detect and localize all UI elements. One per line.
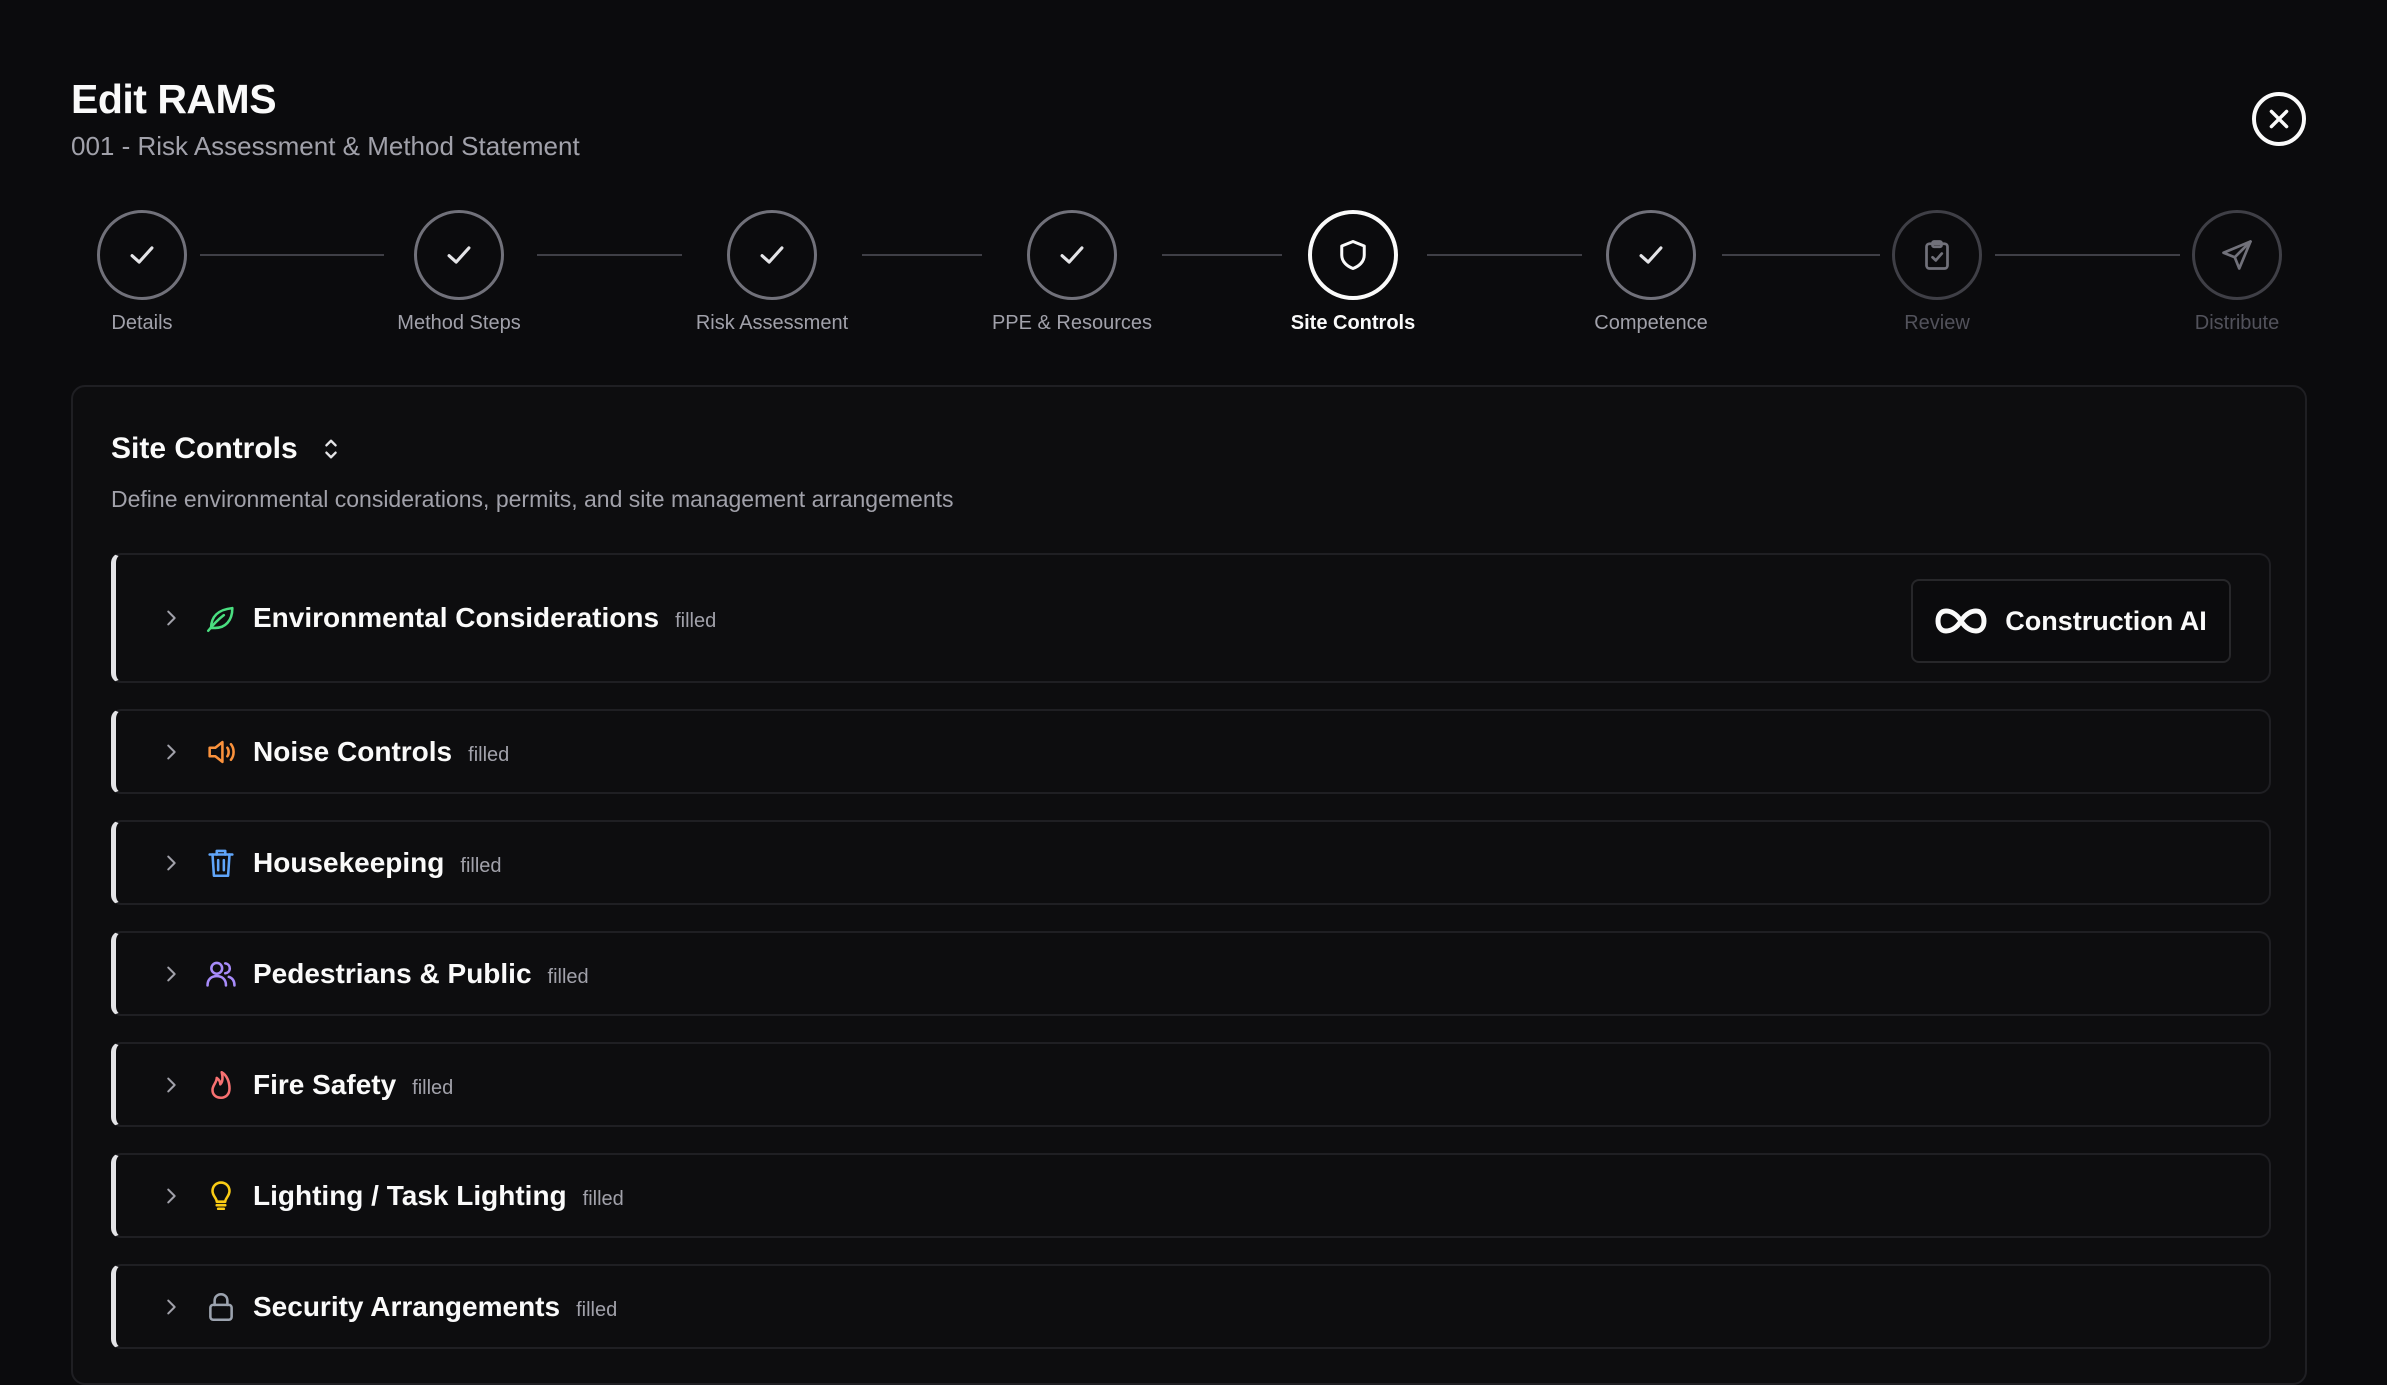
chevron-right-icon xyxy=(167,966,176,981)
trash-icon xyxy=(208,849,234,877)
check-icon xyxy=(130,246,154,264)
section-title: Fire Safety xyxy=(253,1068,397,1100)
construction-ai-button[interactable]: Construction AI xyxy=(1911,579,2231,663)
status-badge: filled xyxy=(576,1298,618,1321)
section-housekeeping[interactable]: Housekeeping filled xyxy=(111,820,2271,905)
chevron-right-icon xyxy=(167,1299,176,1314)
edit-rams-modal: Edit RAMS 001 - Risk Assessment & Method… xyxy=(0,0,2387,1385)
infinity-icon xyxy=(1935,608,1987,634)
chevron-right-icon xyxy=(167,1077,176,1092)
status-badge: filled xyxy=(675,610,717,632)
section-security-arrangements[interactable]: Security Arrangements filled xyxy=(111,1264,2271,1349)
step-risk-assessment[interactable]: Risk Assessment xyxy=(652,210,892,335)
users-icon xyxy=(206,961,236,987)
check-icon xyxy=(1639,246,1663,264)
step-label: Risk Assessment xyxy=(695,312,849,334)
section-environmental-considerations[interactable]: Environmental Considerations filled Const… xyxy=(111,553,2271,683)
panel-description: Define environmental considerations, per… xyxy=(111,486,954,512)
step-label: Method Steps xyxy=(397,312,521,334)
panel-header: Site Controls xyxy=(111,432,342,466)
step-label: Distribute xyxy=(2194,312,2280,334)
step-distribute[interactable]: Distribute xyxy=(2117,210,2357,335)
status-badge: filled xyxy=(547,965,589,988)
step-review[interactable]: Review xyxy=(1817,210,2057,335)
section-noise-controls[interactable]: Noise Controls filled xyxy=(111,709,2271,794)
section-pedestrians-public[interactable]: Pedestrians & Public filled xyxy=(111,931,2271,1016)
section-title: Pedestrians & Public xyxy=(253,957,532,989)
step-method-steps[interactable]: Method Steps xyxy=(339,210,579,335)
modal-subtitle: 001 - Risk Assessment & Method Statement xyxy=(71,131,580,161)
site-controls-panel: Site Controls Define environmental consi… xyxy=(71,385,2307,1385)
expand-collapse-toggle[interactable] xyxy=(320,436,342,462)
step-label: Site Controls xyxy=(1290,312,1416,334)
lightbulb-icon xyxy=(211,1180,231,1210)
chevron-right-icon xyxy=(167,855,176,870)
modal-header: Edit RAMS 001 - Risk Assessment & Method… xyxy=(71,76,580,162)
lock-icon xyxy=(209,1292,233,1321)
status-badge: filled xyxy=(468,743,510,766)
step-competence[interactable]: Competence xyxy=(1531,210,1771,335)
status-badge: filled xyxy=(582,1187,624,1210)
step-label: Details xyxy=(111,312,173,334)
speaker-icon xyxy=(208,740,235,763)
close-icon xyxy=(2269,109,2289,129)
shield-icon xyxy=(1340,240,1366,270)
progress-stepper: Details Method Steps Risk Assessment PPE… xyxy=(0,210,2387,340)
check-icon xyxy=(1060,246,1084,264)
step-ppe-resources[interactable]: PPE & Resources xyxy=(952,210,1192,335)
section-title: Environmental Considerations xyxy=(253,602,660,633)
section-title: Lighting / Task Lighting xyxy=(253,1179,567,1211)
section-title: Security Arrangements xyxy=(253,1290,561,1322)
section-list: Environmental Considerations filled Const… xyxy=(111,553,2271,1375)
chevron-right-icon xyxy=(167,1188,176,1203)
check-icon xyxy=(760,246,784,264)
chevron-right-icon xyxy=(167,610,176,626)
step-label: PPE & Resources xyxy=(991,312,1153,334)
close-button[interactable] xyxy=(2252,92,2306,146)
chevron-right-icon xyxy=(167,744,176,759)
clipboard-check-icon xyxy=(1925,240,1949,270)
modal-title: Edit RAMS xyxy=(71,76,277,122)
step-details[interactable]: Details xyxy=(22,210,262,335)
send-icon xyxy=(2222,240,2252,270)
section-lighting[interactable]: Lighting / Task Lighting filled xyxy=(111,1153,2271,1238)
step-label: Review xyxy=(1904,312,1970,334)
step-label: Competence xyxy=(1594,312,1708,334)
panel-title: Site Controls xyxy=(111,432,298,465)
flame-icon xyxy=(211,1070,231,1099)
construction-ai-label: Construction AI xyxy=(2005,605,2207,636)
step-site-controls[interactable]: Site Controls xyxy=(1233,210,1473,335)
section-fire-safety[interactable]: Fire Safety filled xyxy=(111,1042,2271,1127)
section-title: Housekeeping xyxy=(253,846,445,878)
status-badge: filled xyxy=(412,1076,454,1099)
section-title: Noise Controls xyxy=(253,735,453,767)
chevrons-up-down-icon xyxy=(324,439,337,459)
leaf-icon xyxy=(206,606,234,633)
status-badge: filled xyxy=(460,854,502,877)
check-icon xyxy=(447,246,471,264)
